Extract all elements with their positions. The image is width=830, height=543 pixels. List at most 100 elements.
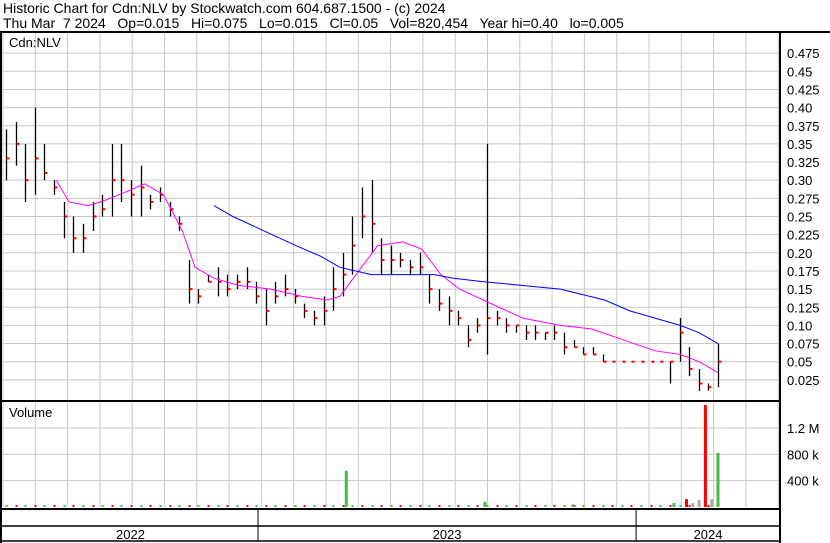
symbol-label: Cdn:NLV (9, 35, 61, 50)
price-tick-label: 0.45 (787, 64, 812, 79)
price-tick-label: 0.475 (787, 46, 820, 61)
volume-bar (207, 505, 210, 507)
close-mark (670, 360, 674, 363)
volume-bar (486, 505, 489, 507)
volume-bar (476, 505, 479, 507)
volume-bar (120, 505, 123, 507)
close-mark (179, 222, 183, 225)
volume-bar (303, 505, 306, 507)
close-mark (660, 360, 664, 363)
moving-average-line (213, 205, 719, 344)
year-label: 2022 (116, 527, 145, 542)
close-mark (352, 244, 356, 247)
volume-bar (630, 505, 633, 507)
volume-bar (72, 505, 75, 507)
volume-label: Volume (9, 405, 52, 420)
close-mark (429, 288, 433, 291)
volume-bar (390, 505, 393, 507)
close-mark (631, 360, 635, 363)
close-mark (699, 382, 703, 385)
volume-tick-label: 400 k (787, 474, 819, 489)
volume-bar (284, 505, 287, 507)
price-tick-label: 0.10 (787, 318, 812, 333)
close-mark (362, 215, 366, 218)
close-mark (227, 288, 231, 291)
close-mark (458, 317, 462, 320)
close-mark (708, 386, 712, 389)
volume-bar (130, 505, 133, 507)
volume-bar (525, 505, 528, 507)
volume-bar (332, 505, 335, 507)
close-mark (150, 200, 154, 203)
volume-bar (457, 505, 460, 507)
volume-bar (34, 505, 37, 507)
close-mark (554, 331, 558, 334)
close-mark (612, 360, 616, 363)
close-mark (324, 309, 328, 312)
price-tick-label: 0.25 (787, 210, 812, 225)
close-mark (381, 259, 385, 262)
close-mark (314, 317, 318, 320)
volume-bar (294, 505, 297, 507)
close-mark (439, 302, 443, 305)
close-mark (112, 179, 116, 182)
close-mark (593, 353, 597, 356)
volume-bar (679, 505, 682, 507)
price-volume-chart: 0.025 0.05 0.075 0.10 0.125 0.15 0.175 0.20 0.22… (0, 31, 830, 543)
volume-bar (159, 505, 162, 507)
close-mark (54, 186, 58, 189)
volume-bar (621, 505, 624, 507)
volume-bar (707, 505, 710, 507)
close-mark (304, 309, 308, 312)
volume-bar (515, 505, 518, 507)
volume-bar (149, 505, 152, 507)
close-mark (564, 346, 568, 349)
price-tick-label: 0.175 (787, 264, 820, 279)
volume-bar (399, 505, 402, 507)
volume-bar (43, 505, 46, 507)
close-mark (189, 288, 193, 291)
close-mark (343, 273, 347, 276)
close-mark (121, 179, 125, 182)
close-mark (198, 295, 202, 298)
volume-bar (323, 505, 326, 507)
close-mark (487, 317, 491, 320)
year-label: 2024 (694, 527, 723, 542)
volume-bar (691, 503, 695, 507)
volume-bar (371, 505, 374, 507)
price-tick-label: 0.275 (787, 191, 820, 206)
close-mark (256, 295, 260, 298)
volume-bar (274, 505, 277, 507)
volume-bar (496, 505, 499, 507)
close-mark (275, 295, 279, 298)
close-mark (73, 237, 77, 240)
volume-bar (448, 505, 451, 507)
volume-bar (553, 505, 556, 507)
price-tick-label: 0.40 (787, 101, 812, 116)
volume-bar (534, 505, 537, 507)
close-mark (526, 331, 530, 334)
close-mark (641, 360, 645, 363)
close-mark (218, 280, 222, 283)
close-mark (391, 259, 395, 262)
close-mark (83, 237, 87, 240)
year-label: 2023 (433, 527, 462, 542)
volume-bar (582, 505, 585, 507)
volume-bar (351, 505, 354, 507)
volume-bar (226, 505, 229, 507)
close-mark (545, 331, 549, 334)
volume-bar (169, 505, 172, 507)
close-mark (449, 309, 453, 312)
close-mark (689, 367, 693, 370)
volume-bar (236, 505, 239, 507)
volume-bar (688, 505, 691, 507)
close-mark (93, 215, 97, 218)
volume-bar (140, 505, 143, 507)
close-mark (6, 157, 10, 160)
volume-bar (217, 505, 220, 507)
price-tick-label: 0.075 (787, 337, 820, 352)
volume-bar (188, 505, 191, 507)
close-mark (372, 222, 376, 225)
volume-bar (571, 504, 575, 507)
volume-bar (602, 505, 605, 507)
